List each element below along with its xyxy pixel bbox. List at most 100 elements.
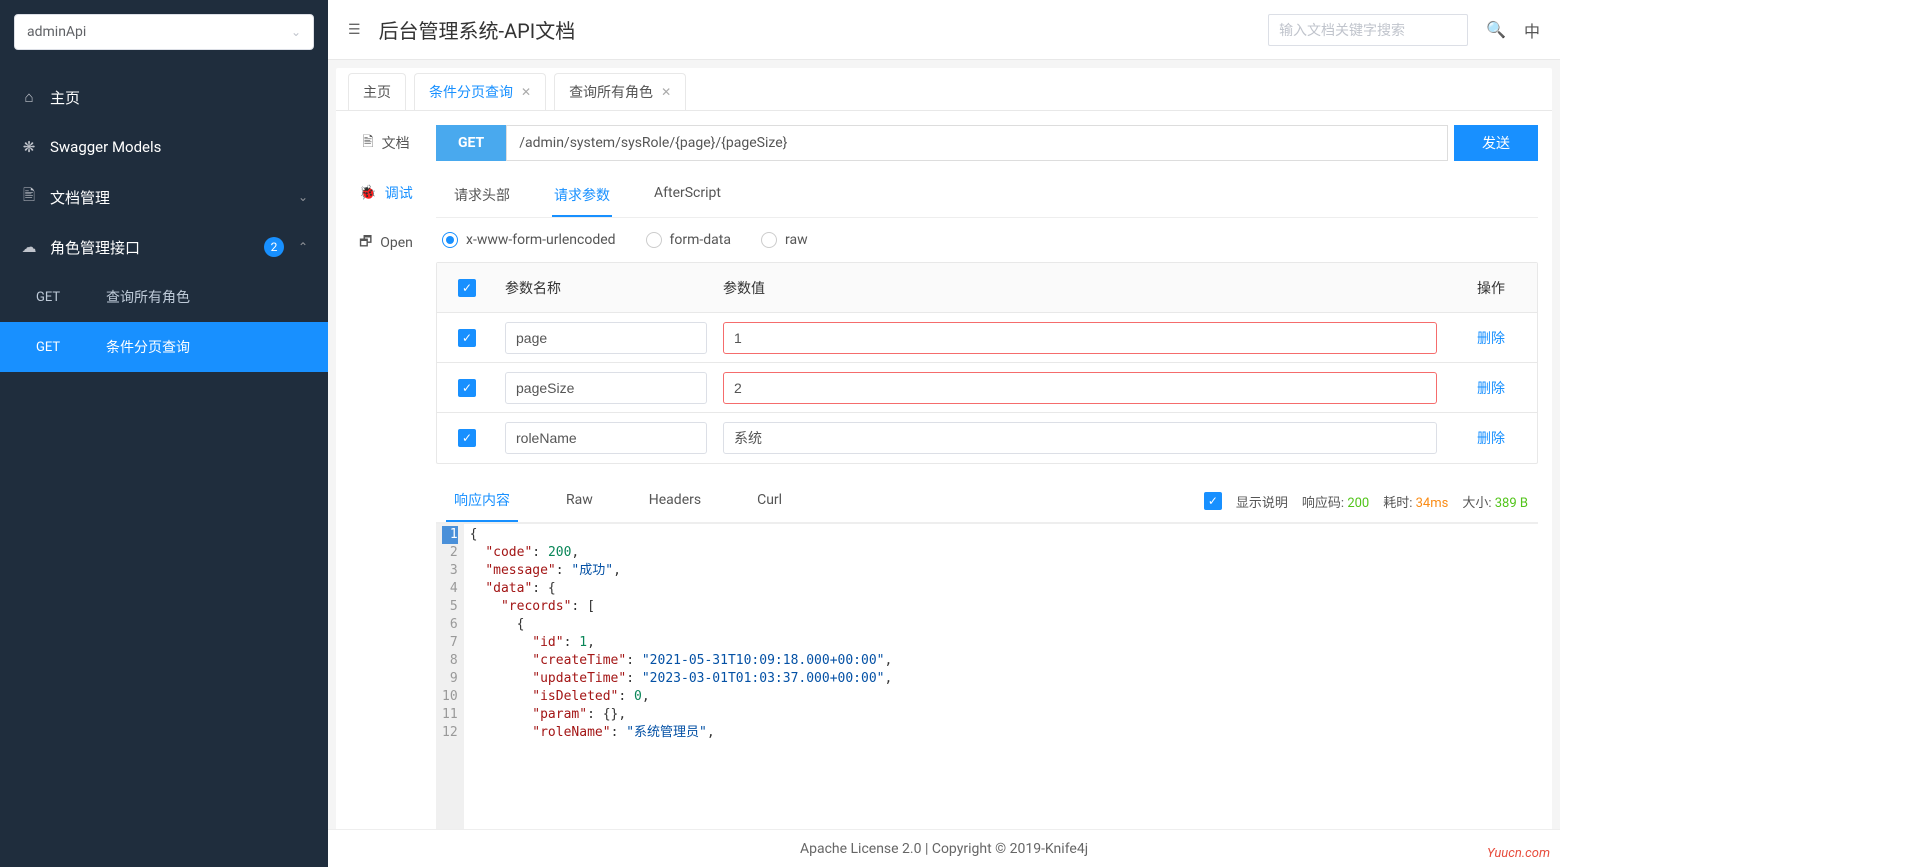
table-row: ✓ 删除 bbox=[437, 363, 1537, 413]
sidebar-subitem-label: 查询所有角色 bbox=[106, 287, 190, 307]
left-tabs: 🖹 文档 🐞 调试 🗗 Open bbox=[336, 111, 436, 829]
table-row: ✓ 删除 bbox=[437, 413, 1537, 463]
cloud-icon: ☁ bbox=[20, 238, 38, 256]
content: 🖹 文档 🐞 调试 🗗 Open GET /admin/system/sysRo… bbox=[336, 111, 1552, 829]
response-code-editor[interactable]: 123456789101112 { "code": 200, "message"… bbox=[436, 523, 1538, 829]
radio-label: raw bbox=[785, 232, 808, 248]
sidebar-subitem-query-all[interactable]: GET 查询所有角色 bbox=[0, 272, 328, 322]
sidebar: adminApi ⌄ ⌂ 主页 ❋ Swagger Models 🖹 文档管理 … bbox=[0, 0, 328, 867]
left-tab-label: 文档 bbox=[382, 133, 410, 153]
doc-icon: 🖹 bbox=[362, 131, 373, 155]
status-code: 200 bbox=[1347, 496, 1369, 511]
home-icon: ⌂ bbox=[20, 88, 38, 106]
external-icon: 🗗 bbox=[359, 231, 372, 255]
delete-button[interactable]: 删除 bbox=[1445, 428, 1537, 448]
chevron-up-icon: ⌃ bbox=[298, 240, 308, 254]
param-name-input[interactable] bbox=[505, 322, 707, 354]
table-row: ✓ 删除 bbox=[437, 313, 1537, 363]
radio-urlencoded[interactable]: x-www-form-urlencoded bbox=[442, 232, 616, 248]
code-content: { "code": 200, "message": "成功", "data": … bbox=[464, 524, 1538, 829]
chevron-down-icon: ⌄ bbox=[298, 190, 308, 204]
col-name: 参数名称 bbox=[497, 270, 715, 306]
param-name-input[interactable] bbox=[505, 422, 707, 454]
col-value: 参数值 bbox=[715, 270, 1445, 306]
radio-label: x-www-form-urlencoded bbox=[466, 232, 616, 248]
left-tab-doc[interactable]: 🖹 文档 bbox=[362, 131, 409, 155]
param-name-input[interactable] bbox=[505, 372, 707, 404]
delete-button[interactable]: 删除 bbox=[1445, 378, 1537, 398]
url-bar: GET /admin/system/sysRole/{page}/{pageSi… bbox=[436, 125, 1538, 161]
sub-tab-params[interactable]: 请求参数 bbox=[552, 175, 612, 217]
sidebar-item-swagger-models[interactable]: ❋ Swagger Models bbox=[0, 122, 328, 172]
resp-tab-body[interactable]: 响应内容 bbox=[446, 480, 518, 522]
sidebar-item-doc-manage[interactable]: 🖹 文档管理 ⌄ bbox=[0, 172, 328, 222]
sub-tab-headers[interactable]: 请求头部 bbox=[452, 175, 512, 217]
search-icon[interactable]: 🔍 bbox=[1486, 20, 1506, 39]
radio-icon bbox=[761, 232, 777, 248]
send-button[interactable]: 发送 bbox=[1454, 125, 1538, 161]
row-checkbox[interactable]: ✓ bbox=[458, 329, 476, 347]
url-path-input[interactable]: /admin/system/sysRole/{page}/{pageSize} bbox=[506, 125, 1448, 161]
row-checkbox[interactable]: ✓ bbox=[458, 429, 476, 447]
radio-formdata[interactable]: form-data bbox=[646, 232, 731, 248]
sidebar-item-label: Swagger Models bbox=[50, 138, 161, 156]
tab-label: 条件分页查询 bbox=[429, 82, 513, 102]
bug-icon: 🐞 bbox=[359, 185, 376, 201]
sidebar-item-role-api[interactable]: ☁ 角色管理接口 2 ⌃ bbox=[0, 222, 328, 272]
elapsed-time: 34ms bbox=[1416, 496, 1449, 511]
sidebar-subitem-label: 条件分页查询 bbox=[106, 337, 190, 357]
select-all-checkbox[interactable]: ✓ bbox=[458, 279, 476, 297]
resp-tab-curl[interactable]: Curl bbox=[749, 482, 790, 520]
panel: GET /admin/system/sysRole/{page}/{pageSi… bbox=[436, 111, 1552, 829]
show-desc-checkbox[interactable]: ✓ bbox=[1204, 492, 1222, 510]
search-placeholder: 输入文档关键字搜索 bbox=[1279, 20, 1405, 40]
chevron-down-icon: ⌄ bbox=[291, 25, 301, 39]
close-icon[interactable]: ✕ bbox=[521, 85, 531, 99]
resp-tab-headers[interactable]: Headers bbox=[641, 482, 709, 520]
sidebar-item-label: 主页 bbox=[50, 87, 80, 108]
count-badge: 2 bbox=[264, 237, 284, 257]
response-size: 389 B bbox=[1495, 496, 1528, 511]
line-gutter: 123456789101112 bbox=[436, 524, 464, 829]
tab-label: 主页 bbox=[363, 82, 391, 102]
page-title: 后台管理系统-API文档 bbox=[379, 15, 1251, 44]
main: ☰ 后台管理系统-API文档 输入文档关键字搜索 🔍 中 主页 条件分页查询 ✕… bbox=[328, 0, 1560, 867]
response-meta: ✓ 显示说明 响应码: 200 耗时: 34ms 大小: 389 B bbox=[1204, 492, 1528, 511]
sidebar-item-label: 角色管理接口 bbox=[50, 237, 140, 258]
left-tab-debug[interactable]: 🐞 调试 bbox=[359, 183, 412, 203]
http-method-badge: GET bbox=[436, 125, 506, 161]
header: ☰ 后台管理系统-API文档 输入文档关键字搜索 🔍 中 bbox=[328, 0, 1560, 60]
swagger-icon: ❋ bbox=[20, 138, 38, 156]
tab-paged-query[interactable]: 条件分页查询 ✕ bbox=[414, 73, 546, 110]
param-value-input[interactable] bbox=[723, 322, 1437, 354]
sidebar-item-label: 文档管理 bbox=[50, 187, 110, 208]
delete-button[interactable]: 删除 bbox=[1445, 328, 1537, 348]
radio-icon bbox=[646, 232, 662, 248]
tab-query-all[interactable]: 查询所有角色 ✕ bbox=[554, 73, 686, 110]
search-input[interactable]: 输入文档关键字搜索 bbox=[1268, 14, 1468, 46]
http-method: GET bbox=[36, 340, 76, 355]
left-tab-label: Open bbox=[380, 235, 413, 251]
api-group-select[interactable]: adminApi ⌄ bbox=[14, 14, 314, 50]
body-type-radios: x-www-form-urlencoded form-data raw bbox=[436, 232, 1538, 262]
left-tab-open[interactable]: 🗗 Open bbox=[359, 231, 413, 255]
param-value-input[interactable] bbox=[723, 422, 1437, 454]
language-toggle[interactable]: 中 bbox=[1524, 18, 1540, 42]
tab-home[interactable]: 主页 bbox=[348, 73, 406, 110]
sub-tab-afterscript[interactable]: AfterScript bbox=[652, 175, 723, 217]
radio-label: form-data bbox=[670, 232, 731, 248]
sidebar-subitem-paged-query[interactable]: GET 条件分页查询 bbox=[0, 322, 328, 372]
param-value-input[interactable] bbox=[723, 372, 1437, 404]
radio-raw[interactable]: raw bbox=[761, 232, 808, 248]
menu-toggle-icon[interactable]: ☰ bbox=[348, 22, 361, 38]
row-checkbox[interactable]: ✓ bbox=[458, 379, 476, 397]
params-table: ✓ 参数名称 参数值 操作 ✓ 删除 ✓ 删除 ✓ 删除 bbox=[436, 262, 1538, 464]
doc-icon: 🖹 bbox=[20, 185, 38, 210]
col-action: 操作 bbox=[1445, 278, 1537, 298]
resp-tab-raw[interactable]: Raw bbox=[558, 482, 601, 520]
close-icon[interactable]: ✕ bbox=[661, 85, 671, 99]
footer: Apache License 2.0 | Copyright © 2019-Kn… bbox=[328, 829, 1560, 867]
sidebar-item-home[interactable]: ⌂ 主页 bbox=[0, 72, 328, 122]
request-sub-tabs: 请求头部 请求参数 AfterScript bbox=[436, 175, 1538, 218]
footer-text: Apache License 2.0 | Copyright © 2019-Kn… bbox=[800, 841, 1088, 857]
